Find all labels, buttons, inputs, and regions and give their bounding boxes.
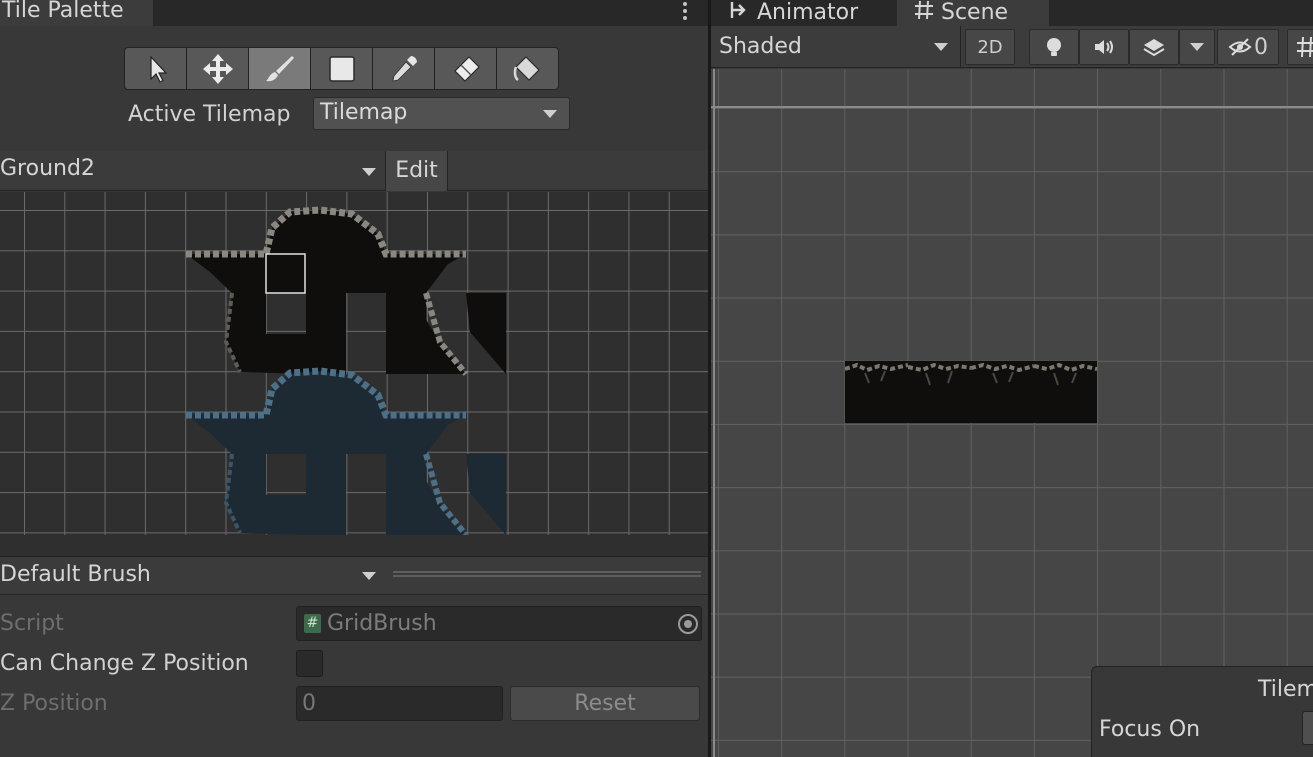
eyedropper-icon xyxy=(391,55,417,82)
toggle-2d-button[interactable]: 2D xyxy=(965,29,1015,65)
z-position-field[interactable]: 0 xyxy=(296,686,503,721)
active-tilemap-dropdown[interactable]: Tilemap xyxy=(313,97,570,130)
eraser-icon xyxy=(453,55,480,82)
scene-tile[interactable] xyxy=(971,361,1034,423)
ground-tile-texture xyxy=(971,362,1034,384)
grid-hash-icon xyxy=(1297,36,1313,58)
blue-tileset xyxy=(186,367,506,535)
paint-tool-button[interactable] xyxy=(248,47,311,90)
hidden-objects-toggle[interactable]: 0 xyxy=(1217,29,1279,65)
grid-toggle-button[interactable] xyxy=(1287,29,1313,65)
brush-dropdown[interactable]: Default Brush xyxy=(0,562,151,587)
square-icon xyxy=(328,55,355,82)
brush-selector-bar: Default Brush xyxy=(0,557,708,595)
shading-mode-value: Shaded xyxy=(719,34,802,59)
scene-viewport[interactable]: Tilem Focus On xyxy=(711,69,1313,757)
tab-tile-palette[interactable]: Tile Palette xyxy=(0,0,153,26)
eraser-tool-button[interactable] xyxy=(434,47,497,90)
shading-mode-dropdown[interactable]: Shaded xyxy=(711,26,961,68)
scene-tile[interactable] xyxy=(908,361,971,423)
move-tool-button[interactable] xyxy=(186,47,249,90)
palette-grid[interactable] xyxy=(0,192,708,535)
ground-tile-texture xyxy=(1034,362,1097,386)
script-object-field[interactable]: # GridBrush xyxy=(296,606,702,641)
scene-toolbar: Shaded 2D 0 xyxy=(711,26,1313,68)
eye-slash-icon xyxy=(1228,38,1252,56)
active-tilemap-label: Active Tilemap xyxy=(128,102,291,127)
tab-scene-label: Scene xyxy=(941,0,1009,25)
paint-bucket-icon xyxy=(513,55,540,81)
overlay-title: Tilem xyxy=(1258,677,1313,702)
more-options-icon[interactable] xyxy=(682,2,688,22)
reset-button[interactable]: Reset xyxy=(510,686,700,721)
move-arrows-icon xyxy=(202,53,233,84)
script-label: Script xyxy=(0,611,64,636)
audio-toggle-button[interactable] xyxy=(1079,29,1129,65)
chevron-down-icon[interactable] xyxy=(362,168,376,176)
tile-palette-window: Tile Palette Active Tilemap Tilemap Grou xyxy=(0,0,708,757)
focus-on-label: Focus On xyxy=(1099,717,1201,742)
palette-selector-bar: Ground2 Edit xyxy=(0,151,708,191)
axis-line-horizontal xyxy=(711,106,1313,108)
scene-window: Animator Scene Shaded 2D 0 Tilem Focus O… xyxy=(711,0,1313,757)
hidden-count: 0 xyxy=(1254,34,1268,60)
ground-tile-texture xyxy=(908,362,971,386)
edit-palette-button[interactable]: Edit xyxy=(386,151,448,191)
effects-toggle-button[interactable] xyxy=(1129,29,1179,65)
brush-splitter-handle[interactable] xyxy=(393,571,701,577)
scene-tile[interactable] xyxy=(1034,361,1097,423)
palette-divider[interactable] xyxy=(0,535,708,557)
tab-animator-label: Animator xyxy=(757,0,859,25)
z-position-label: Z Position xyxy=(0,691,108,716)
csharp-script-icon: # xyxy=(304,614,321,633)
lightbulb-icon xyxy=(1047,38,1061,56)
arrow-cursor-icon xyxy=(149,54,167,83)
palette-dropdown[interactable]: Ground2 xyxy=(0,156,95,181)
animator-icon xyxy=(730,2,746,18)
can-change-z-label: Can Change Z Position xyxy=(0,651,249,676)
script-value: GridBrush xyxy=(327,611,437,636)
active-tilemap-value: Tilemap xyxy=(320,100,408,125)
tab-animator[interactable]: Animator xyxy=(711,0,895,26)
chevron-down-icon xyxy=(934,43,948,51)
paintbrush-icon xyxy=(265,55,294,81)
picker-tool-button[interactable] xyxy=(372,47,435,90)
box-fill-tool-button[interactable] xyxy=(310,47,373,90)
speaker-icon xyxy=(1095,40,1113,54)
tile-tool-group xyxy=(124,47,559,90)
tile-palette-tabbar: Tile Palette xyxy=(0,0,708,26)
axis-line-vertical xyxy=(713,69,715,757)
ground-tile-texture xyxy=(845,362,908,384)
tab-scene[interactable]: Scene xyxy=(897,0,1049,26)
grid-hash-icon xyxy=(915,0,933,20)
focus-on-dropdown[interactable] xyxy=(1302,711,1313,745)
can-change-z-checkbox[interactable] xyxy=(296,650,323,677)
fill-tool-button[interactable] xyxy=(496,47,559,90)
chevron-down-icon xyxy=(1190,43,1204,51)
object-picker-icon[interactable] xyxy=(678,614,698,634)
palette-tiles xyxy=(186,206,506,535)
dark-tileset xyxy=(186,206,506,376)
effects-dropdown[interactable] xyxy=(1179,29,1215,65)
chevron-down-icon xyxy=(543,110,557,118)
tilemap-focus-overlay: Tilem Focus On xyxy=(1091,666,1313,757)
select-tool-button[interactable] xyxy=(124,47,187,90)
layers-icon xyxy=(1143,39,1165,57)
lighting-toggle-button[interactable] xyxy=(1029,29,1079,65)
scene-tile[interactable] xyxy=(845,361,908,423)
scene-tabbar: Animator Scene xyxy=(711,0,1313,26)
chevron-down-icon[interactable] xyxy=(362,572,376,580)
